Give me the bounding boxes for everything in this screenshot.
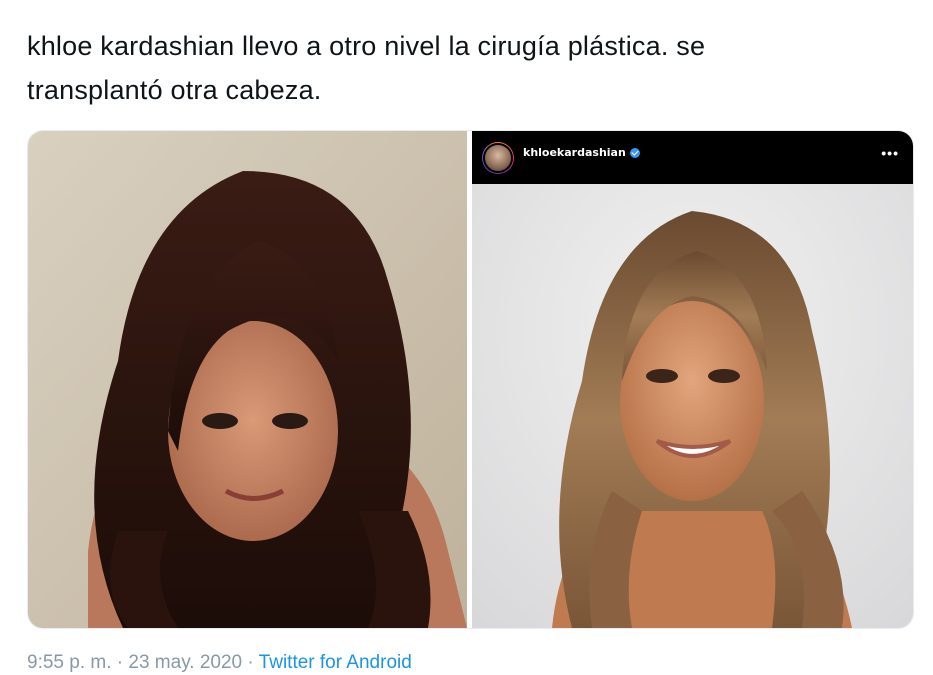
- tweet-metadata: 9:55 p. m. · 23 may. 2020 · Twitter for …: [27, 652, 412, 674]
- more-options-icon[interactable]: •••: [881, 145, 899, 161]
- tweet-text: khloe kardashian llevo a otro nivel la c…: [27, 24, 917, 112]
- photo-left-image: [28, 131, 467, 628]
- verified-badge-icon: [629, 147, 640, 158]
- photo-right-image: [472, 131, 913, 628]
- instagram-username[interactable]: khloekardashian: [523, 146, 626, 159]
- instagram-avatar[interactable]: [482, 141, 514, 174]
- avatar-image: [483, 142, 513, 173]
- tweet-date[interactable]: 23 may. 2020: [128, 652, 242, 673]
- tweet-text-line-2: transplantó otra cabeza.: [27, 75, 322, 105]
- tweet-media[interactable]: khloekardashian •••: [27, 130, 914, 629]
- media-photo-left[interactable]: [28, 131, 467, 628]
- meta-separator: ·: [111, 652, 129, 673]
- tweet: khloe kardashian llevo a otro nivel la c…: [0, 0, 933, 675]
- instagram-header: khloekardashian •••: [472, 131, 913, 184]
- tweet-text-line-1: khloe kardashian llevo a otro nivel la c…: [27, 31, 706, 61]
- tweet-time[interactable]: 9:55 p. m.: [27, 652, 112, 673]
- media-photo-right[interactable]: khloekardashian •••: [472, 131, 913, 628]
- tweet-source-link[interactable]: Twitter for Android: [259, 652, 412, 673]
- meta-separator-2: ·: [242, 652, 259, 673]
